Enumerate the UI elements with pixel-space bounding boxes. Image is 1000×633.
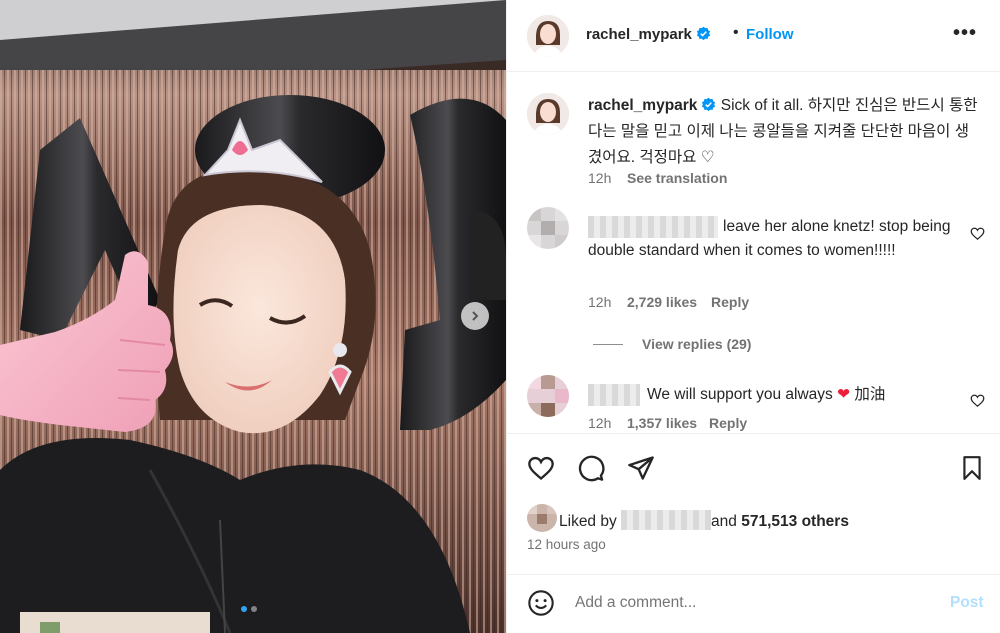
header-separator: • — [733, 24, 739, 41]
follow-button[interactable]: Follow — [746, 26, 794, 43]
comment-icon[interactable] — [577, 454, 605, 482]
post-photo — [0, 0, 506, 633]
comment-text: We will support you always ❤ 加油 — [647, 383, 967, 407]
add-comment-bar: Post — [507, 574, 1000, 633]
comment-likes[interactable]: 2,729 likes — [627, 294, 697, 310]
blurred-avatar-image — [527, 375, 569, 417]
author-avatar[interactable] — [527, 15, 569, 57]
verified-badge-icon — [702, 97, 716, 112]
post-actions: Liked by and 571,513 others 12 hours ago — [507, 433, 1000, 583]
reply-button[interactable]: Reply — [709, 415, 747, 431]
caption-text: rachel_mypark Sick of it all. 하지만 진심은 반드… — [588, 93, 983, 171]
post-timestamp[interactable]: 12 hours ago — [527, 537, 606, 552]
caption-avatar-image — [527, 93, 569, 135]
share-icon[interactable] — [627, 454, 655, 482]
caption-time: 12h — [588, 170, 612, 186]
comment-time: 12h — [588, 415, 612, 431]
comment-like-heart-icon[interactable] — [970, 393, 985, 408]
replies-divider — [593, 344, 623, 345]
post-comment-button[interactable]: Post — [950, 594, 984, 612]
reply-button[interactable]: Reply — [711, 294, 749, 310]
commenter-username-blurred[interactable] — [588, 384, 640, 406]
blurred-avatar-image — [527, 207, 569, 249]
author-username-text[interactable]: rachel_mypark — [586, 26, 692, 43]
post-media[interactable] — [0, 0, 506, 633]
see-translation-link[interactable]: See translation — [627, 170, 727, 186]
comment-time: 12h — [588, 294, 612, 310]
carousel-dot-active — [241, 606, 247, 612]
caption-username[interactable]: rachel_mypark — [588, 97, 697, 114]
carousel-next-button[interactable] — [461, 302, 489, 330]
author-avatar-image — [527, 15, 569, 57]
liker-username-blurred[interactable] — [621, 510, 712, 530]
comment-like-heart-icon[interactable] — [970, 226, 985, 241]
caption-avatar[interactable] — [527, 93, 569, 135]
comment-text-suffix: 加油 — [854, 386, 886, 403]
carousel-dot — [251, 606, 257, 612]
liked-by-connector: and — [711, 513, 737, 530]
post-header: rachel_mypark • Follow ••• — [507, 0, 1000, 72]
post-panel: rachel_mypark • Follow ••• rachel_mypark… — [506, 0, 1000, 633]
commenter-avatar-blurred[interactable] — [527, 375, 569, 417]
instagram-post: rachel_mypark • Follow ••• rachel_mypark… — [0, 0, 1000, 633]
add-comment-input[interactable] — [575, 594, 935, 612]
emoji-icon[interactable] — [527, 589, 555, 617]
verified-badge-icon — [696, 26, 710, 41]
comment-text-body: We will support you always — [647, 386, 833, 403]
red-heart-emoji-icon: ❤ — [837, 386, 851, 403]
liked-by-text: Liked by and 571,513 others — [559, 510, 849, 531]
heart-icon[interactable] — [527, 454, 555, 482]
liked-by-prefix: Liked by — [559, 513, 617, 530]
liker-avatar-blurred[interactable] — [527, 504, 557, 532]
blurred-avatar-image — [527, 504, 557, 532]
comment-text: leave her alone knetz! stop being double… — [588, 218, 951, 259]
carousel-indicator — [241, 606, 257, 612]
commenter-avatar-blurred[interactable] — [527, 207, 569, 249]
likes-count[interactable]: 571,513 others — [741, 513, 849, 530]
comment-likes[interactable]: 1,357 likes — [627, 415, 697, 431]
view-replies-button[interactable]: View replies (29) — [642, 336, 751, 352]
more-icon[interactable]: ••• — [953, 22, 977, 45]
author-username[interactable]: rachel_mypark — [586, 26, 711, 43]
chevron-right-icon — [472, 311, 479, 321]
bookmark-icon[interactable] — [959, 454, 985, 482]
comments-list[interactable]: rachel_mypark Sick of it all. 하지만 진심은 반드… — [507, 73, 1000, 431]
